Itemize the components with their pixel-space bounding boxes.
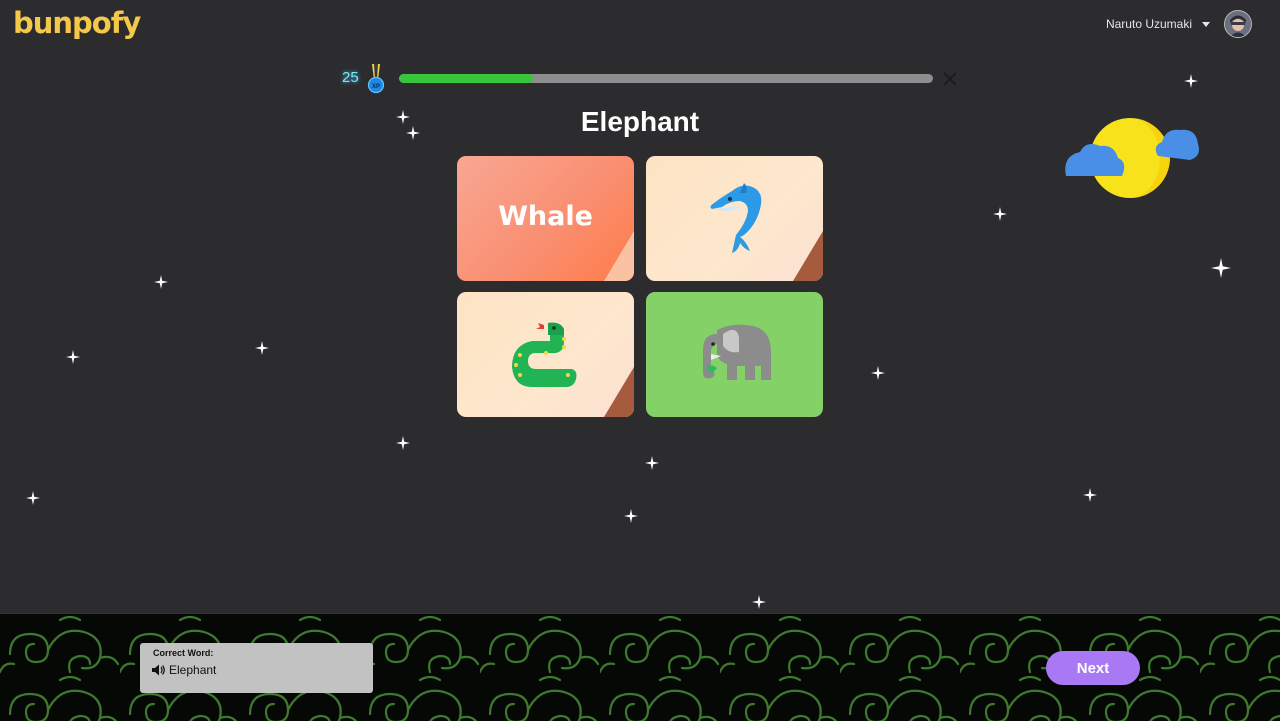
sparkle-star-icon [154, 275, 168, 289]
lesson-progress-fill [399, 74, 533, 83]
sparkle-star-icon [645, 456, 659, 470]
user-name: Naruto Uzumaki [1105, 17, 1192, 31]
lesson-progress-bar [399, 74, 933, 83]
close-icon [943, 72, 957, 86]
close-button[interactable] [941, 70, 959, 88]
feedback-word-row[interactable]: Elephant [152, 663, 216, 677]
sparkle-star-icon [396, 436, 410, 450]
xp-badge-label: XP [372, 84, 380, 90]
sparkle-star-icon [255, 341, 269, 355]
feedback-word: Elephant [169, 663, 217, 677]
avatar[interactable] [1224, 10, 1252, 38]
xp-medal-icon: XP [366, 64, 386, 99]
app-logo[interactable]: bunpofy [13, 6, 141, 40]
sparkle-star-icon [26, 491, 40, 505]
sparkle-star-icon [396, 110, 410, 124]
sparkle-star-icon [752, 595, 766, 609]
snake-icon [511, 322, 576, 387]
card-corner-fold [604, 231, 634, 281]
sparkle-star-icon [1211, 258, 1231, 278]
feedback-panel: Correct Word: Elephant [140, 643, 373, 693]
option-card-whale[interactable]: Whale [457, 156, 634, 281]
sparkle-star-icon [871, 366, 885, 380]
sparkle-star-icon [66, 350, 80, 364]
next-button[interactable]: Next [1046, 651, 1140, 685]
sparkle-star-icon [1083, 488, 1097, 502]
card-corner-fold [793, 231, 823, 281]
elephant-icon [702, 324, 771, 380]
option-card-dolphin[interactable] [646, 156, 823, 281]
card-corner-fold [604, 367, 634, 417]
sun-cloud-decoration [1065, 118, 1199, 198]
answer-footer: Correct Word: Elephant Next [0, 613, 1280, 721]
xp-count: 25 [342, 69, 359, 86]
sparkle-star-icon [1184, 74, 1198, 88]
sparkle-star-icon [624, 509, 638, 523]
option-card-snake[interactable] [457, 292, 634, 417]
speaker-icon[interactable] [152, 664, 166, 676]
sparkle-star-icon [406, 126, 420, 140]
option-label: Whale [498, 201, 593, 232]
user-menu[interactable]: Naruto Uzumaki [1106, 10, 1252, 38]
sparkle-star-icon [993, 207, 1007, 221]
dolphin-icon [709, 182, 761, 253]
option-card-elephant-correct[interactable] [646, 292, 823, 417]
feedback-label: Correct Word: [153, 648, 214, 658]
chevron-down-icon[interactable] [1202, 21, 1210, 27]
